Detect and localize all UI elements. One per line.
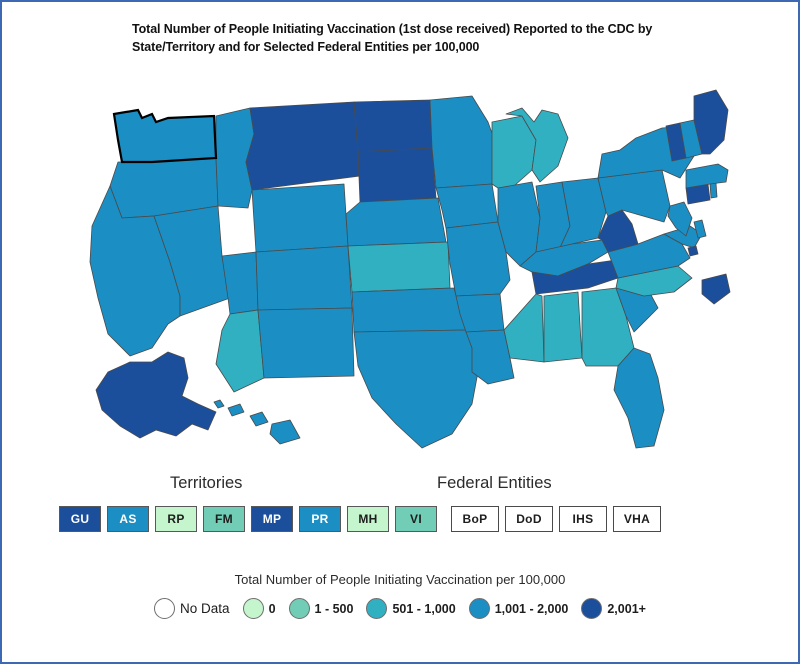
- legend-title: Total Number of People Initiating Vaccin…: [234, 572, 566, 587]
- state-ia[interactable]: [435, 183, 499, 229]
- federal-entity-chip-ihs[interactable]: IHS: [559, 506, 607, 532]
- territory-chip-rp[interactable]: RP: [155, 506, 197, 532]
- legend: No Data 0 1 - 500 501 - 1,000 1,001 - 2,000 2…: [2, 598, 798, 619]
- territory-chip-pr[interactable]: PR: [299, 506, 341, 532]
- state-ut[interactable]: [221, 251, 259, 315]
- legend-swatch: [468, 598, 490, 619]
- legend-label: 0: [268, 601, 276, 616]
- legend-label: 1,001 - 2,000: [494, 601, 569, 616]
- territory-chip-label: VI: [410, 512, 422, 526]
- legend-item: 2,001+: [581, 598, 646, 619]
- state-nd[interactable]: [353, 99, 433, 153]
- legend-label: 2,001+: [607, 601, 646, 616]
- federal-entity-chip-vha[interactable]: VHA: [613, 506, 661, 532]
- territory-chip-label: RP: [167, 512, 185, 526]
- state-ak[interactable]: [95, 351, 217, 439]
- state-mo[interactable]: [445, 221, 511, 297]
- legend-label: No Data: [180, 601, 230, 616]
- state-co[interactable]: [255, 245, 353, 311]
- federal-entities-heading: Federal Entities: [437, 474, 552, 492]
- legend-swatch: [288, 598, 310, 619]
- state-ri[interactable]: [709, 182, 718, 199]
- legend-swatch: [154, 598, 176, 619]
- federal-entity-chip-label: IHS: [572, 512, 594, 526]
- legend-item: 1 - 500: [288, 598, 354, 619]
- state-wy[interactable]: [251, 183, 349, 253]
- state-dc[interactable]: [687, 245, 699, 257]
- territory-marker-inset[interactable]: [701, 273, 731, 305]
- territory-chip-label: MH: [358, 512, 378, 526]
- state-ms[interactable]: [503, 293, 545, 363]
- territory-chip-as[interactable]: AS: [107, 506, 149, 532]
- state-wa[interactable]: [113, 109, 217, 163]
- territory-chip-label: PR: [311, 512, 329, 526]
- legend-swatch: [242, 598, 264, 619]
- state-al[interactable]: [543, 291, 583, 363]
- legend-label: 501 - 1,000: [392, 601, 456, 616]
- state-nm[interactable]: [257, 307, 355, 379]
- territory-chip-label: AS: [119, 512, 137, 526]
- choropleth-map[interactable]: [2, 66, 798, 466]
- territory-chip-fm[interactable]: FM: [203, 506, 245, 532]
- legend-item: 501 - 1,000: [366, 598, 456, 619]
- territories-heading: Territories: [170, 474, 243, 492]
- legend-swatch: [366, 598, 388, 619]
- state-ma[interactable]: [685, 163, 729, 189]
- state-ok[interactable]: [351, 287, 469, 333]
- territory-chip-label: MP: [262, 512, 282, 526]
- federal-entity-chip-label: DoD: [516, 512, 542, 526]
- state-ne[interactable]: [345, 197, 447, 247]
- state-ks[interactable]: [347, 241, 451, 293]
- legend-item: 1,001 - 2,000: [468, 598, 569, 619]
- federal-entity-chip-label: VHA: [623, 512, 651, 526]
- map-figure-frame: Total Number of People Initiating Vaccin…: [0, 0, 800, 664]
- territory-chip-label: GU: [70, 512, 90, 526]
- legend-label: 1 - 500: [314, 601, 354, 616]
- state-az[interactable]: [215, 309, 265, 393]
- federal-entity-chip-label: BoP: [462, 512, 488, 526]
- territory-chip-mh[interactable]: MH: [347, 506, 389, 532]
- territory-chip-label: FM: [215, 512, 233, 526]
- territory-chip-mp[interactable]: MP: [251, 506, 293, 532]
- state-fl[interactable]: [613, 347, 665, 449]
- state-sd[interactable]: [357, 147, 437, 203]
- us-map-svg[interactable]: [2, 66, 798, 466]
- federal-entity-chip-bop[interactable]: BoP: [451, 506, 499, 532]
- federal-entities-chip-row[interactable]: BoP DoD IHS VHA: [451, 506, 661, 532]
- legend-swatch: [581, 598, 603, 619]
- territories-chip-row[interactable]: GU AS RP FM MP PR MH VI: [59, 506, 437, 532]
- state-hi[interactable]: [213, 399, 301, 445]
- state-mn[interactable]: [429, 95, 499, 189]
- state-tx[interactable]: [353, 329, 479, 449]
- state-pa[interactable]: [597, 169, 671, 223]
- page-title: Total Number of People Initiating Vaccin…: [132, 22, 653, 55]
- state-mt[interactable]: [245, 101, 361, 191]
- territory-chip-gu[interactable]: GU: [59, 506, 101, 532]
- legend-item: No Data: [154, 598, 230, 619]
- legend-item: 0: [242, 598, 276, 619]
- territory-chip-vi[interactable]: VI: [395, 506, 437, 532]
- federal-entity-chip-dod[interactable]: DoD: [505, 506, 553, 532]
